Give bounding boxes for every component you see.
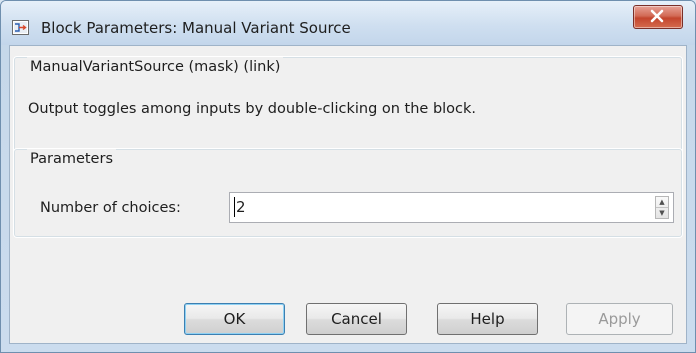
- help-button[interactable]: Help: [437, 303, 538, 335]
- dialog-client-area: ManualVariantSource (mask) (link) Output…: [9, 45, 687, 344]
- simulink-block-icon: [12, 20, 29, 35]
- cancel-button[interactable]: Cancel: [306, 303, 407, 335]
- number-of-choices-spinner[interactable]: ▲ ▼: [655, 196, 669, 219]
- number-of-choices-field[interactable]: 2 ▲ ▼: [229, 192, 674, 223]
- apply-button[interactable]: Apply: [566, 303, 673, 335]
- number-of-choices-label: Number of choices:: [40, 200, 181, 216]
- title-bar[interactable]: Block Parameters: Manual Variant Source: [1, 1, 695, 45]
- ok-button[interactable]: OK: [184, 303, 285, 335]
- mask-group-label: ManualVariantSource (mask) (link): [27, 57, 284, 77]
- spinner-down-icon[interactable]: ▼: [656, 208, 668, 218]
- text-caret: [234, 197, 235, 217]
- spinner-up-icon[interactable]: ▲: [656, 197, 668, 208]
- dialog-window: Block Parameters: Manual Variant Source …: [0, 0, 696, 353]
- close-icon: [650, 9, 664, 23]
- mask-description-text: Output toggles among inputs by double-cl…: [28, 101, 477, 117]
- window-title: Block Parameters: Manual Variant Source: [41, 19, 351, 37]
- parameters-group-label: Parameters: [27, 149, 116, 169]
- close-button[interactable]: [633, 5, 683, 29]
- number-of-choices-value: 2: [236, 198, 246, 216]
